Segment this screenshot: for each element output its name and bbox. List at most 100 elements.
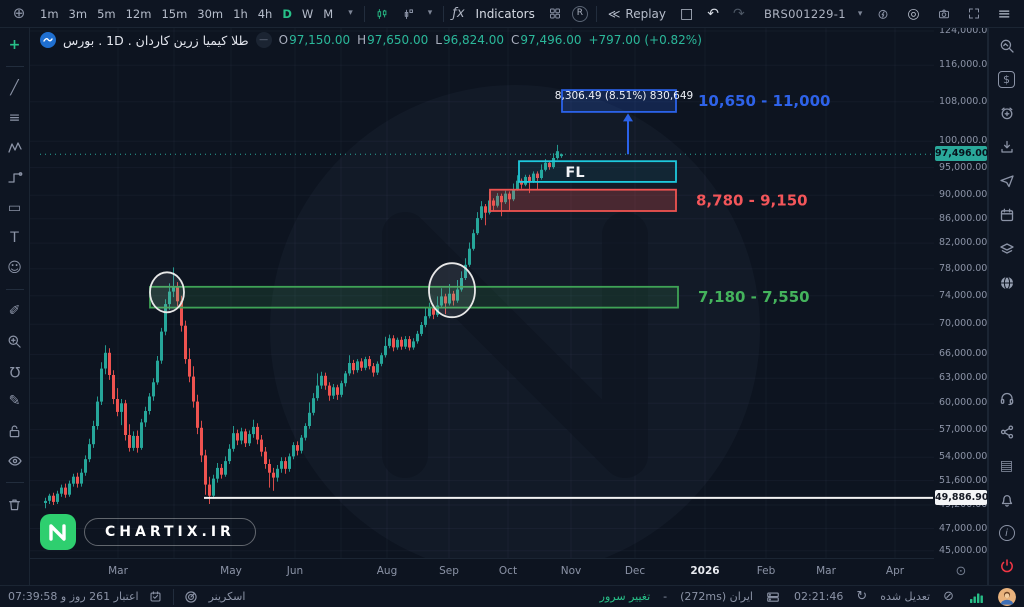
- replay-button[interactable]: ≪ Replay: [605, 6, 669, 22]
- fx-icon: ƒx: [452, 6, 464, 21]
- time-tick: Sep: [429, 565, 469, 577]
- record-icon[interactable]: ◎: [904, 5, 922, 23]
- server-latency: ایران (272ms): [680, 590, 753, 603]
- symbol-info-bar: طلا کیمیا زرین کاردان . 1D . بورس — O97,…: [40, 32, 702, 48]
- text-tool-icon[interactable]: T: [6, 229, 24, 247]
- power-icon[interactable]: [998, 557, 1016, 575]
- ohlc-L: L96,824.00: [435, 33, 504, 47]
- timeframe-D[interactable]: D: [278, 5, 296, 23]
- timeframe-3m[interactable]: 3m: [65, 5, 92, 23]
- xabcd-pattern-tool-icon[interactable]: [6, 139, 24, 157]
- info-icon[interactable]: i: [999, 525, 1015, 541]
- layout-chevron-down-icon[interactable]: ▾: [858, 9, 863, 19]
- share-icon[interactable]: [998, 423, 1016, 441]
- timeframe-30m[interactable]: 30m: [193, 5, 227, 23]
- change-server-link[interactable]: تغییر سرور: [600, 590, 650, 603]
- redo-icon[interactable]: ↷: [730, 5, 748, 23]
- payment-card-icon[interactable]: ▤: [998, 457, 1016, 475]
- symbol-title[interactable]: طلا کیمیا زرین کاردان . 1D . بورس: [63, 33, 249, 48]
- timeframe-W[interactable]: W: [298, 5, 317, 23]
- add-symbol-icon[interactable]: ⊕: [10, 5, 28, 23]
- toolbar-divider: [6, 289, 24, 290]
- crosshair-tool-icon[interactable]: +: [6, 36, 24, 54]
- magic-disabled-icon[interactable]: ⊘: [943, 589, 954, 604]
- chartix-app: ⊕ 1m3m5m12m15m30m1h4hDWM ▾ ▾ ƒx Indicato…: [0, 0, 1024, 607]
- demand-zone-label: 7,180 - 7,550: [698, 288, 810, 306]
- paper-plane-icon[interactable]: [998, 172, 1016, 190]
- layers-icon[interactable]: [998, 240, 1016, 258]
- timeframe-5m[interactable]: 5m: [93, 5, 120, 23]
- time-tick: Feb: [746, 565, 786, 577]
- watchlist-search-icon[interactable]: [998, 37, 1016, 55]
- indicators-button[interactable]: Indicators: [473, 6, 538, 22]
- chartix-brand: CHARTIX.IR: [40, 514, 256, 550]
- right-sidebar: $ ▤ i: [988, 28, 1024, 585]
- calendar-icon[interactable]: [998, 206, 1016, 224]
- user-avatar[interactable]: [998, 588, 1016, 606]
- price-tick: 86,000.00: [939, 213, 987, 224]
- timeframe-chevron-down-icon[interactable]: ▾: [345, 7, 356, 20]
- timeframe-M[interactable]: M: [319, 5, 337, 23]
- volume-bars-icon[interactable]: [967, 588, 985, 606]
- refresh-icon[interactable]: ↻: [856, 589, 867, 604]
- target-reset-icon[interactable]: ⊙: [934, 564, 988, 579]
- chart-pane[interactable]: 8,306.49 (8.51%) 830,64910,650 - 11,000F…: [30, 28, 934, 558]
- fullscreen-icon[interactable]: [965, 5, 983, 23]
- timeframe-15m[interactable]: 15m: [157, 5, 191, 23]
- adjusted-label[interactable]: تعدیل شده: [880, 590, 930, 603]
- r-badge-button[interactable]: R: [572, 6, 588, 22]
- download-tray-icon[interactable]: [998, 138, 1016, 156]
- notifications-bell-icon[interactable]: [998, 491, 1016, 509]
- symbol-more-button[interactable]: —: [256, 32, 272, 48]
- emoji-sticker-tool-icon[interactable]: ☺: [6, 259, 24, 277]
- supply-zone-box[interactable]: [490, 190, 676, 211]
- statusbar-divider: [173, 589, 174, 605]
- time-tick: 2026: [685, 565, 725, 577]
- alert-clock-icon[interactable]: [998, 104, 1016, 122]
- chart-settings-style-icon[interactable]: [399, 5, 417, 23]
- hide-drawings-eye-icon[interactable]: [6, 452, 24, 470]
- candlestick-chart[interactable]: 8,306.49 (8.51%) 830,64910,650 - 11,000F…: [30, 28, 934, 558]
- lock-all-tool-icon[interactable]: [6, 422, 24, 440]
- time-axis[interactable]: MarMayJunAugSepOctNovDec2026FebMarApr: [30, 558, 934, 585]
- timeframe-1h[interactable]: 1h: [229, 5, 252, 23]
- timeframe-1m[interactable]: 1m: [36, 5, 63, 23]
- quick-actions-icon[interactable]: [874, 5, 892, 23]
- dash-separator: -: [663, 590, 667, 603]
- time-tick: May: [211, 565, 251, 577]
- saved-layout-name[interactable]: BRS001229-1: [764, 7, 846, 21]
- fl-zone-box[interactable]: [519, 161, 676, 182]
- screener-label[interactable]: اسکرینر: [209, 590, 246, 603]
- candlestick-style-icon[interactable]: [373, 5, 391, 23]
- drawing-lock-tool-icon[interactable]: ✎: [6, 392, 24, 410]
- globe-icon[interactable]: [998, 274, 1016, 292]
- price-tick: 70,000.00: [939, 318, 987, 329]
- time-tick: Mar: [98, 565, 138, 577]
- forecast-tool-icon[interactable]: [6, 169, 24, 187]
- price-axis[interactable]: 97,496.00 49,886.90 ⊙ 124,000.00116,000.…: [934, 28, 988, 585]
- time-tick: Apr: [875, 565, 915, 577]
- screener-radar-icon[interactable]: [184, 589, 199, 604]
- support-headset-icon[interactable]: [998, 389, 1016, 407]
- undo-icon[interactable]: ↶: [704, 5, 722, 23]
- ohlc-H: H97,650.00: [357, 33, 428, 47]
- dollar-panel-icon[interactable]: $: [998, 71, 1015, 88]
- demand-zone-box[interactable]: [150, 287, 678, 308]
- layout-square-icon[interactable]: □: [677, 5, 696, 23]
- trash-icon[interactable]: [6, 495, 24, 513]
- zoom-in-tool-icon[interactable]: [6, 332, 24, 350]
- timeframe-12m[interactable]: 12m: [122, 5, 156, 23]
- fib-retracement-tool-icon[interactable]: ≡: [6, 109, 24, 127]
- timeframe-4h[interactable]: 4h: [254, 5, 277, 23]
- price-tick: 74,000.00: [939, 290, 987, 301]
- layout-grid-icon[interactable]: [546, 5, 564, 23]
- magnet-tool-icon[interactable]: Ω: [6, 362, 24, 380]
- camera-icon[interactable]: [935, 5, 953, 23]
- drawing-toolbar: + ╱ ≡ ▭ T ☺ ✐ Ω ✎: [0, 28, 30, 585]
- supply-zone-label: 8,780 - 9,150: [696, 191, 808, 209]
- trend-line-tool-icon[interactable]: ╱: [6, 79, 24, 97]
- ruler-tool-icon[interactable]: ✐: [6, 302, 24, 320]
- shapes-tool-icon[interactable]: ▭: [6, 199, 24, 217]
- menu-icon[interactable]: ≡: [995, 4, 1014, 24]
- chart-style-chevron-down-icon[interactable]: ▾: [425, 7, 436, 20]
